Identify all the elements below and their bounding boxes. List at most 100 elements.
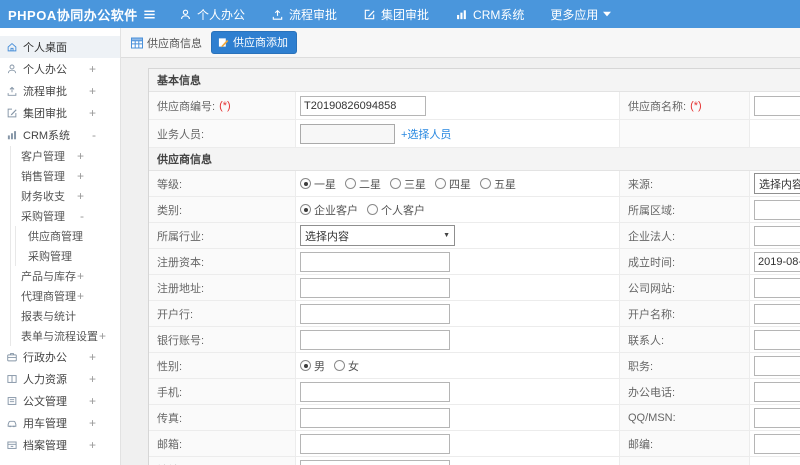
sidebar-item-hr[interactable]: 人力资源 + — [0, 368, 120, 390]
radio-category-company[interactable]: 企业客户 — [300, 202, 358, 218]
sidebar-item-products-inventory[interactable]: 产品与库存 + — [11, 266, 120, 286]
form-row-gender: 性别: 男 女 职务: — [149, 353, 800, 379]
expand-icon[interactable]: + — [77, 290, 84, 302]
supplier-name-input[interactable] — [754, 95, 800, 116]
sidebar-item-purchasing[interactable]: 采购管理 — [16, 246, 120, 266]
sidebar-item-personal-office[interactable]: 个人办公 + — [0, 58, 120, 80]
email-input[interactable] — [300, 433, 450, 454]
nav-personal-office[interactable]: 个人办公 — [179, 6, 245, 23]
sidebar-item-customer-mgmt[interactable]: 客户管理 + — [11, 146, 120, 166]
office-phone-input[interactable] — [754, 381, 800, 402]
nav-label: 流程审批 — [289, 7, 338, 22]
founded-date-input[interactable] — [754, 251, 800, 272]
supplier-code-input[interactable] — [300, 95, 426, 116]
expand-icon[interactable]: + — [89, 395, 96, 407]
user-icon — [6, 63, 18, 75]
sidebar-item-documents[interactable]: 公文管理 + — [0, 390, 120, 412]
qq-msn-input[interactable] — [754, 407, 800, 428]
radio-level-5[interactable]: 五星 — [480, 176, 516, 192]
field-label: 性别: — [149, 353, 296, 378]
fax-input[interactable] — [300, 407, 450, 428]
registered-capital-input[interactable] — [300, 251, 450, 272]
nav-workflow-approval[interactable]: 流程审批 — [271, 6, 337, 23]
tab-bar: 供应商信息 供应商添加 — [121, 28, 800, 58]
upload-icon — [271, 8, 284, 21]
field-label: 注册资本: — [149, 249, 296, 274]
expand-icon[interactable]: + — [89, 351, 96, 363]
collapse-icon[interactable]: - — [80, 210, 84, 222]
tab-supplier-add[interactable]: 供应商添加 — [211, 31, 297, 54]
bank-account-input[interactable] — [300, 329, 450, 350]
legal-person-input[interactable] — [754, 225, 800, 246]
choose-staff-link[interactable]: +选择人员 — [401, 126, 451, 142]
sidebar-item-archives[interactable]: 档案管理 + — [0, 434, 120, 456]
sidebar-item-sales-mgmt[interactable]: 销售管理 + — [11, 166, 120, 186]
nav-more-apps[interactable]: 更多应用 — [550, 6, 612, 23]
sidebar-item-supplier-mgmt[interactable]: 供应商管理 — [16, 226, 120, 246]
sidebar-item-crm[interactable]: CRM系统 - — [0, 124, 120, 146]
sidebar-toggle-button[interactable] — [142, 7, 157, 22]
upload-icon — [6, 85, 18, 97]
radio-category-personal[interactable]: 个人客户 — [367, 202, 425, 218]
account-name-input[interactable] — [754, 303, 800, 324]
form-row-bank-account: 银行账号: 联系人: — [149, 327, 800, 353]
sidebar-item-vehicle-mgmt[interactable]: 用车管理 + — [0, 412, 120, 434]
pencil-page-icon — [218, 37, 229, 48]
sidebar-item-administration[interactable]: 行政办公 + — [0, 346, 120, 368]
expand-icon[interactable]: + — [99, 330, 106, 342]
region-input[interactable] — [754, 199, 800, 220]
field-label: 业务人员: — [149, 120, 296, 147]
expand-icon[interactable]: + — [89, 439, 96, 451]
expand-icon[interactable]: + — [89, 373, 96, 385]
website-input[interactable] — [754, 277, 800, 298]
address-input[interactable] — [300, 459, 450, 465]
nav-group-approval[interactable]: 集团审批 — [363, 6, 429, 23]
expand-icon[interactable]: + — [89, 63, 96, 75]
expand-icon[interactable]: + — [77, 170, 84, 182]
sidebar-item-form-flow-settings[interactable]: 表单与流程设置 + — [11, 326, 120, 346]
sidebar-item-label: 客户管理 — [21, 151, 65, 163]
radio-level-1[interactable]: 一星 — [300, 176, 336, 192]
tab-supplier-info[interactable]: 供应商信息 — [131, 35, 202, 51]
nav-crm-system[interactable]: CRM系统 — [455, 6, 524, 23]
mobile-input[interactable] — [300, 381, 450, 402]
sidebar-item-purchase-mgmt[interactable]: 采购管理 - — [11, 206, 120, 226]
bank-input[interactable] — [300, 303, 450, 324]
field-label: 所属行业: — [149, 223, 296, 248]
contact-input[interactable] — [754, 329, 800, 350]
expand-icon[interactable]: + — [77, 150, 84, 162]
sidebar-item-group-approval[interactable]: 集团审批 + — [0, 102, 120, 124]
staff-input[interactable] — [300, 123, 395, 144]
source-select[interactable]: 选择内容▼ — [754, 173, 800, 194]
radio-level-2[interactable]: 二星 — [345, 176, 381, 192]
expand-icon[interactable]: + — [89, 417, 96, 429]
radio-gender-male[interactable]: 男 — [300, 358, 325, 374]
content-area: 基本信息 供应商编号:(*) 供应商名称:(*) — [121, 58, 800, 465]
expand-icon[interactable]: + — [89, 107, 96, 119]
position-input[interactable] — [754, 355, 800, 376]
zip-input[interactable] — [754, 433, 800, 454]
field-label: 来源: — [620, 171, 750, 196]
industry-select[interactable]: 选择内容 ▼ — [300, 225, 455, 246]
sidebar-item-agent-mgmt[interactable]: 代理商管理 + — [11, 286, 120, 306]
radio-level-3[interactable]: 三星 — [390, 176, 426, 192]
field-label: 联系人: — [620, 327, 750, 352]
radio-level-4[interactable]: 四星 — [435, 176, 471, 192]
bar-chart-icon — [6, 129, 18, 141]
radio-gender-female[interactable]: 女 — [334, 358, 359, 374]
hamburger-icon — [142, 7, 157, 22]
sidebar-item-workflow-approval[interactable]: 流程审批 + — [0, 80, 120, 102]
tab-label: 供应商信息 — [147, 37, 202, 50]
expand-icon[interactable]: + — [89, 85, 96, 97]
expand-icon[interactable]: + — [77, 190, 84, 202]
car-icon — [6, 417, 18, 429]
topbar: PHPOA协同办公软件 个人办公 流程审批 集团审批 CRM系统 更多应用 — [0, 0, 800, 28]
sidebar-item-finance[interactable]: 财务收支 + — [11, 186, 120, 206]
collapse-icon[interactable]: - — [92, 129, 96, 141]
sidebar-item-label: 销售管理 — [21, 171, 65, 183]
expand-icon[interactable]: + — [77, 270, 84, 282]
sidebar-item-reports[interactable]: 报表与统计 — [11, 306, 120, 326]
sidebar-item-label: 行政办公 — [23, 352, 67, 364]
registered-address-input[interactable] — [300, 277, 450, 298]
sidebar-item-desktop[interactable]: 个人桌面 — [0, 36, 120, 58]
